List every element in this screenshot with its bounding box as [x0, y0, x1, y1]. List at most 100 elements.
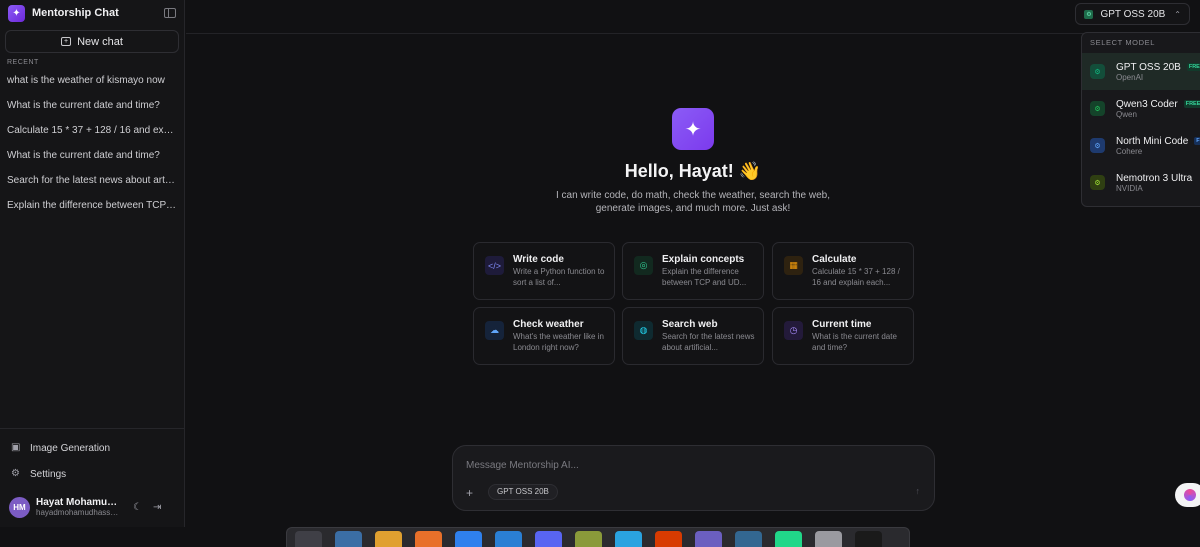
vscode-icon[interactable] — [495, 531, 522, 547]
postgres-icon[interactable] — [735, 531, 762, 547]
taskbar — [286, 527, 910, 547]
card-description: What's the weather like in London right … — [513, 332, 604, 352]
user-info: Hayat Mohamud Hassan hayadmohamudhassan@… — [36, 497, 121, 517]
composer-model-chip[interactable]: GPT OSS 20B — [488, 484, 558, 500]
calculator-icon: ▦ — [784, 256, 803, 275]
terminal-icon[interactable] — [295, 531, 322, 547]
model-selector-label: GPT OSS 20B — [1100, 8, 1166, 20]
model-option-name: North Mini Code — [1116, 135, 1189, 147]
discord-icon[interactable] — [535, 531, 562, 547]
office-icon[interactable] — [655, 531, 682, 547]
recent-label: RECENT — [7, 59, 39, 66]
model-option-text: GPT OSS 20B FREE OpenAI — [1116, 62, 1200, 82]
model-option[interactable]: ⚙ North Mini Code F Cohere — [1082, 127, 1200, 164]
recent-chat-item[interactable]: what is the weather of kismayo now — [0, 68, 184, 93]
image-icon: ▣ — [11, 442, 21, 453]
openai-icon: ⚙ — [1090, 64, 1105, 79]
clock-icon: ◷ — [784, 321, 803, 340]
model-icon: ⚙ — [1084, 9, 1094, 19]
sidebar-footer: ▣ Image Generation ⚙ Settings HM Hayat M… — [0, 428, 184, 527]
recent-chat-item[interactable]: Calculate 15 * 37 + 128 / 16 and explain — [0, 118, 184, 143]
image-generation-label: Image Generation — [30, 442, 111, 454]
new-chat-label: New chat — [77, 35, 123, 48]
code-icon: </> — [485, 256, 504, 275]
card-description: Calculate 15 * 37 + 128 / 16 and explain… — [812, 267, 900, 287]
book-icon: ◎ — [634, 256, 653, 275]
cohere-icon: ⚙ — [1090, 138, 1105, 153]
suggestion-card-search-web[interactable]: ◍ Search web Search for the latest news … — [622, 307, 764, 365]
card-description: Search for the latest news about artific… — [662, 332, 755, 352]
notes-icon[interactable] — [815, 531, 842, 547]
user-profile: HM Hayat Mohamud Hassan hayadmohamudhass… — [0, 487, 184, 527]
globe-icon: ◍ — [634, 321, 653, 340]
model-option-text: Qwen3 Coder FREE Qwen — [1116, 99, 1200, 119]
archive-icon[interactable] — [575, 531, 602, 547]
recent-list: what is the weather of kismayo now What … — [0, 68, 184, 218]
card-title: Search web — [662, 319, 718, 330]
theme-toggle-icon[interactable]: ☾ — [133, 502, 142, 513]
attach-plus-icon[interactable]: + — [466, 486, 473, 500]
model-option-provider: NVIDIA — [1116, 183, 1143, 193]
settings-link[interactable]: ⚙ Settings — [0, 461, 184, 487]
new-chat-button[interactable]: + New chat — [5, 30, 179, 53]
model-option-text: Nemotron 3 Ultra NVIDIA — [1116, 173, 1192, 193]
chevron-up-icon: ⌃ — [1174, 9, 1181, 19]
model-option-provider: OpenAI — [1116, 72, 1144, 82]
new-chat-icon: + — [61, 37, 72, 46]
model-selector-button[interactable]: ⚙ GPT OSS 20B ⌃ — [1075, 3, 1190, 25]
sidebar-header: ✦ Mentorship Chat — [0, 0, 184, 26]
model-option[interactable]: ⚙ Qwen3 Coder FREE Qwen — [1082, 90, 1200, 127]
telegram-icon[interactable] — [615, 531, 642, 547]
sidebar: ✦ Mentorship Chat + New chat RECENT what… — [0, 0, 185, 527]
send-arrow-icon[interactable]: ↑ — [916, 486, 921, 496]
user-email: hayadmohamudhassan@gmail.com — [36, 508, 121, 517]
github-icon[interactable] — [855, 531, 882, 547]
chrome-icon[interactable] — [375, 531, 402, 547]
model-option[interactable]: ⚙ Nemotron 3 Ultra NVIDIA — [1082, 164, 1200, 201]
card-title: Write code — [513, 254, 564, 265]
gear-icon: ⚙ — [11, 468, 20, 479]
suggestion-card-check-weather[interactable]: ☁ Check weather What's the weather like … — [473, 307, 615, 365]
sparkle-hero-icon: ✦ — [672, 108, 714, 150]
card-description: What is the current date and time? — [812, 332, 897, 352]
suggestion-card-current-time[interactable]: ◷ Current time What is the current date … — [772, 307, 914, 365]
help-icon[interactable] — [455, 531, 482, 547]
suggestion-card-explain-concepts[interactable]: ◎ Explain concepts Explain the differenc… — [622, 242, 764, 300]
greeting-subtitle: I can write code, do math, check the wea… — [555, 190, 831, 214]
recent-chat-item[interactable]: What is the current date and time? — [0, 143, 184, 168]
top-bar: ⚙ GPT OSS 20B ⌃ — [186, 0, 1200, 34]
nvidia-icon: ⚙ — [1090, 175, 1105, 190]
select-model-label: SELECT MODEL — [1090, 38, 1155, 47]
files-icon[interactable] — [335, 531, 362, 547]
user-name: Hayat Mohamud Hassan — [36, 497, 121, 508]
settings-label: Settings — [30, 468, 67, 480]
card-title: Calculate — [812, 254, 857, 265]
sparkle-logo-icon: ✦ — [8, 4, 25, 22]
recent-chat-item[interactable]: Explain the difference between TCP and U… — [0, 193, 184, 218]
image-generation-link[interactable]: ▣ Image Generation — [0, 435, 184, 461]
model-option-name: Qwen3 Coder — [1116, 98, 1178, 110]
user-actions: ☾ ⇥ — [133, 502, 161, 513]
model-option-text: North Mini Code F Cohere — [1116, 136, 1200, 156]
qwen-icon: ⚙ — [1090, 101, 1105, 116]
message-composer[interactable]: Message Mentorship AI... + GPT OSS 20B ↑ — [452, 445, 935, 511]
recent-chat-item[interactable]: What is the current date and time? — [0, 93, 184, 118]
pycharm-icon[interactable] — [775, 531, 802, 547]
card-title: Current time — [812, 319, 872, 330]
rocket-icon[interactable] — [695, 531, 722, 547]
free-badge: FREE — [1183, 99, 1200, 108]
floating-assistant-button[interactable] — [1175, 483, 1200, 507]
model-option[interactable]: ⚙ GPT OSS 20B FREE OpenAI — [1082, 53, 1200, 90]
model-option-name: GPT OSS 20B — [1116, 61, 1181, 73]
card-description: Explain the difference between TCP and U… — [662, 267, 747, 287]
avatar[interactable]: HM — [9, 496, 30, 518]
suggestion-card-write-code[interactable]: </> Write code Write a Python function t… — [473, 242, 615, 300]
store-icon[interactable] — [415, 531, 442, 547]
suggestion-card-calculate[interactable]: ▦ Calculate Calculate 15 * 37 + 128 / 16… — [772, 242, 914, 300]
recent-chat-item[interactable]: Search for the latest news about artific… — [0, 168, 184, 193]
message-input[interactable]: Message Mentorship AI... — [466, 460, 579, 471]
sidebar-toggle-icon[interactable] — [164, 8, 176, 18]
assistant-orb-icon — [1184, 489, 1196, 501]
card-title: Check weather — [513, 319, 584, 330]
logout-icon[interactable]: ⇥ — [153, 502, 161, 513]
